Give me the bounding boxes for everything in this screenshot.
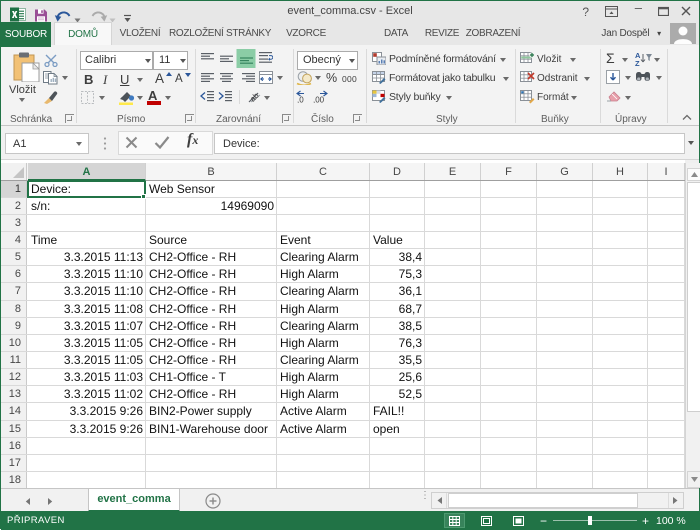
svg-text:,0: ,0 (297, 96, 304, 104)
svg-text:,00: ,00 (313, 96, 325, 104)
svg-text:Z: Z (635, 59, 640, 66)
